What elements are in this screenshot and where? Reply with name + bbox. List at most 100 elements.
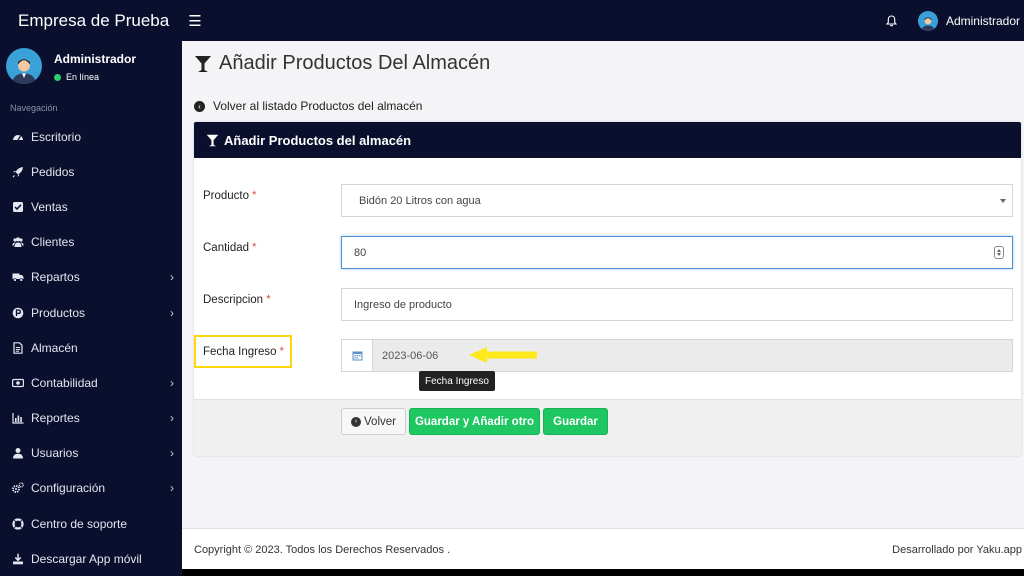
download-icon xyxy=(12,553,24,565)
status-text: En línea xyxy=(66,72,100,82)
sidebar-item-almacen[interactable]: Almacén xyxy=(0,330,182,365)
yellow-arrow-icon xyxy=(469,347,537,363)
sidebar-item-escritorio[interactable]: Escritorio xyxy=(0,119,182,154)
dashboard-icon xyxy=(12,131,24,143)
filter-glass-icon xyxy=(195,55,211,72)
cantidad-value: 80 xyxy=(354,246,367,259)
page-title-text: Añadir Productos Del Almacén xyxy=(219,52,491,74)
hamburger-menu-icon[interactable]: ☰ xyxy=(182,12,208,30)
chevron-right-icon: › xyxy=(170,375,174,390)
back-button-label: Volver xyxy=(364,415,396,428)
page-title: Añadir Productos Del Almacén xyxy=(194,52,490,75)
descripcion-input[interactable]: Ingreso de producto xyxy=(341,288,1013,321)
sidebar-item-descargar-app[interactable]: Descargar App móvil xyxy=(0,541,182,576)
bar-chart-icon xyxy=(12,412,24,424)
money-icon xyxy=(12,377,24,389)
truck-icon xyxy=(12,271,24,283)
producto-label: Producto * xyxy=(203,190,257,202)
chevron-right-icon: › xyxy=(170,481,174,496)
rocket-icon xyxy=(12,166,24,178)
required-asterisk: * xyxy=(266,294,271,306)
sidebar-item-label: Reportes xyxy=(31,411,80,426)
chevron-left-circle-icon: ‹ xyxy=(351,416,362,427)
nav-header: Navegación xyxy=(10,103,58,113)
document-icon xyxy=(12,341,24,354)
chevron-right-icon: › xyxy=(170,446,174,461)
sidebar-user-name: Administrador xyxy=(54,52,137,66)
sidebar-item-label: Descargar App móvil xyxy=(31,551,142,566)
caret-down-icon xyxy=(1000,199,1006,203)
avatar xyxy=(6,48,42,84)
fecha-tooltip: Fecha Ingreso xyxy=(419,371,495,391)
required-asterisk: * xyxy=(252,190,257,202)
sidebar: Administrador En línea Navegación Escrit… xyxy=(0,41,182,576)
sidebar-item-label: Ventas xyxy=(31,199,68,214)
number-spinner-icon[interactable] xyxy=(994,246,1004,259)
checkbox-icon xyxy=(12,201,24,213)
required-asterisk: * xyxy=(279,346,284,358)
main-content: Añadir Productos Del Almacén ‹ Volver al… xyxy=(182,41,1024,528)
sidebar-item-clientes[interactable]: Clientes xyxy=(0,225,182,260)
lifebuoy-icon xyxy=(12,518,24,530)
chevron-right-icon: › xyxy=(170,305,174,320)
producto-select[interactable]: Bidón 20 Litros con agua xyxy=(341,184,1013,217)
sidebar-item-label: Productos xyxy=(31,305,86,320)
user-icon xyxy=(12,447,24,459)
sidebar-item-label: Clientes xyxy=(31,235,75,250)
filter-glass-icon xyxy=(206,134,219,146)
descripcion-value: Ingreso de producto xyxy=(354,298,452,311)
sidebar-item-label: Contabilidad xyxy=(31,375,98,390)
save-button[interactable]: Guardar xyxy=(543,408,608,435)
user-avatar[interactable] xyxy=(917,10,938,31)
sidebar-item-usuarios[interactable]: Usuarios › xyxy=(0,436,182,471)
required-asterisk: * xyxy=(252,242,257,254)
cantidad-label: Cantidad * xyxy=(203,242,257,254)
bell-icon[interactable] xyxy=(882,14,902,27)
sidebar-item-ventas[interactable]: Ventas xyxy=(0,189,182,224)
sidebar-item-label: Pedidos xyxy=(31,164,75,179)
page-footer: Copyright © 2023. Todos los Derechos Res… xyxy=(182,528,1024,569)
product-p-icon xyxy=(12,307,24,319)
sidebar-item-contabilidad[interactable]: Contabilidad › xyxy=(0,365,182,400)
calendar-icon[interactable] xyxy=(341,339,373,372)
developer-text: Desarrollado por Yaku.app xyxy=(892,544,1022,556)
sidebar-item-label: Centro de soporte xyxy=(31,516,128,531)
top-navbar: Empresa de Prueba ☰ Administrador xyxy=(0,0,1024,41)
sidebar-item-label: Escritorio xyxy=(31,129,82,144)
back-button[interactable]: ‹ Volver xyxy=(341,408,406,435)
cantidad-input[interactable]: 80 xyxy=(341,236,1013,269)
chevron-right-icon: › xyxy=(170,411,174,426)
copyright-text: Copyright © 2023. Todos los Derechos Res… xyxy=(194,544,451,556)
fecha-label: Fecha Ingreso * xyxy=(203,346,284,358)
online-dot-icon xyxy=(54,73,61,81)
sidebar-item-repartos[interactable]: Repartos › xyxy=(0,260,182,295)
user-panel: Administrador En línea xyxy=(0,41,182,97)
back-link-text: Volver al listado Productos del almacén xyxy=(213,99,423,113)
gears-icon xyxy=(12,482,24,494)
chevron-left-circle-icon: ‹ xyxy=(194,100,205,112)
card-title: Añadir Productos del almacén xyxy=(224,132,412,148)
form-actions: ‹ Volver Guardar y Añadir otro Guardar xyxy=(194,399,1021,456)
form-card: Añadir Productos del almacén Producto * B… xyxy=(194,122,1021,456)
sidebar-item-productos[interactable]: Productos › xyxy=(0,295,182,330)
back-to-list-link[interactable]: ‹ Volver al listado Productos del almacé… xyxy=(194,99,422,113)
top-right-area: Administrador xyxy=(882,10,1024,31)
fecha-input-group: 2023-06-06 xyxy=(341,339,1013,372)
brand-name[interactable]: Empresa de Prueba xyxy=(0,11,182,31)
sidebar-item-label: Configuración xyxy=(31,481,106,496)
sidebar-item-pedidos[interactable]: Pedidos xyxy=(0,154,182,189)
producto-selected-value: Bidón 20 Litros con agua xyxy=(359,194,481,207)
fecha-value: 2023-06-06 xyxy=(382,349,439,362)
top-user-name[interactable]: Administrador xyxy=(946,14,1020,28)
sidebar-item-reportes[interactable]: Reportes › xyxy=(0,401,182,436)
card-header: Añadir Productos del almacén xyxy=(194,122,1021,158)
sidebar-item-label: Usuarios xyxy=(31,446,79,461)
chevron-right-icon: › xyxy=(170,270,174,285)
users-icon xyxy=(12,236,24,248)
save-and-add-button[interactable]: Guardar y Añadir otro xyxy=(409,408,540,435)
sidebar-item-configuracion[interactable]: Configuración › xyxy=(0,471,182,506)
descripcion-label: Descripcion * xyxy=(203,294,271,306)
sidebar-item-soporte[interactable]: Centro de soporte xyxy=(0,506,182,541)
online-status: En línea xyxy=(54,72,99,82)
sidebar-item-label: Repartos xyxy=(31,270,80,285)
